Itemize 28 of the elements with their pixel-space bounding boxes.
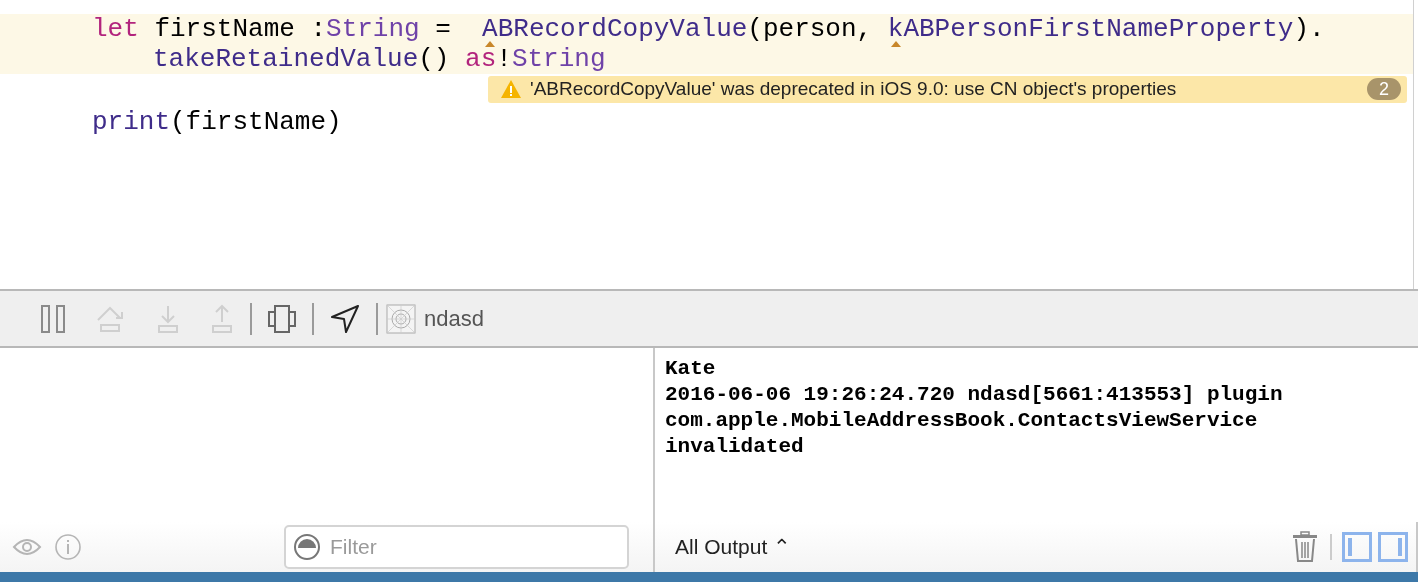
left-pane-toggle[interactable] <box>1342 532 1372 562</box>
output-selector[interactable]: All Output ⌃ <box>675 531 792 563</box>
console-line: invalidated <box>665 434 805 460</box>
code-line: takeRetainedValue() as!String <box>153 44 606 74</box>
warning-message: 'ABRecordCopyValue' was deprecated in iOS 9.0: use CN object's properties <box>530 76 1177 101</box>
trash-icon[interactable] <box>1292 531 1318 563</box>
console-line: Kate <box>665 356 717 382</box>
step-out-icon <box>210 303 234 334</box>
code-line: print(firstName) <box>92 107 342 137</box>
pause-icon <box>40 303 66 334</box>
layers-icon <box>268 303 296 334</box>
step-in-icon <box>156 303 180 334</box>
warning-count: 2 <box>1367 78 1401 100</box>
layers-button[interactable] <box>268 303 296 334</box>
filter-field[interactable]: Filter <box>284 525 629 569</box>
right-pane-toggle[interactable] <box>1378 532 1408 562</box>
filter-icon <box>293 533 321 561</box>
warning-icon <box>500 79 522 99</box>
pause-button[interactable] <box>40 303 66 334</box>
location-arrow-button[interactable] <box>330 303 360 334</box>
info-icon[interactable] <box>54 533 82 561</box>
location-arrow-icon <box>330 303 360 334</box>
app-icon <box>386 303 416 334</box>
console-line: com.apple.MobileAddressBook.ContactsViewService <box>665 408 1259 434</box>
app-name[interactable]: ndasd <box>424 302 484 335</box>
eye-icon[interactable] <box>12 537 42 557</box>
warning-banner[interactable]: 'ABRecordCopyValue' was deprecated in iOS 9.0: use CN object's properties 2 <box>488 75 1407 103</box>
console-line: 2016-06-06 19:26:24.720 ndasd[5661:413553] plugin <box>665 382 1284 408</box>
